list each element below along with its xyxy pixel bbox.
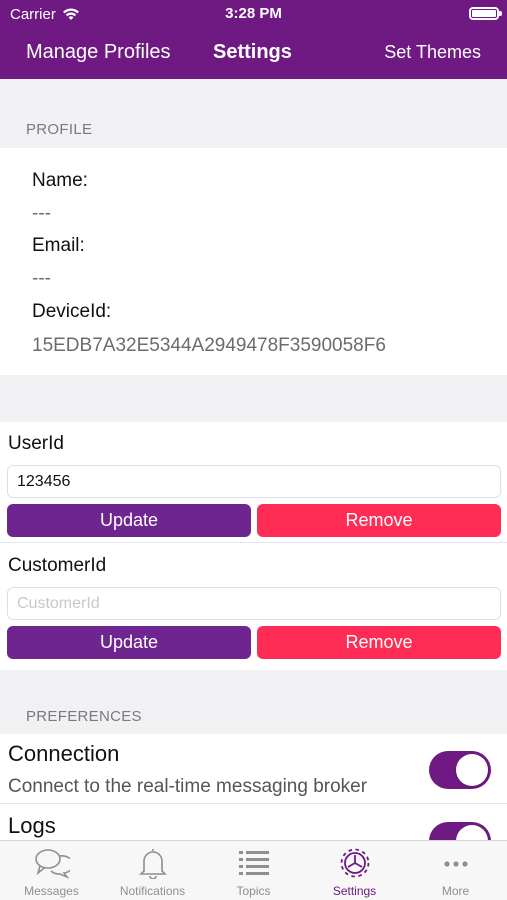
status-bar: Carrier 3:28 PM [0, 0, 507, 26]
divider [0, 803, 507, 804]
preferences-section-header: PREFERENCES [26, 708, 142, 725]
tab-label: Topics [236, 884, 271, 898]
connection-toggle[interactable] [429, 751, 491, 789]
customer-id-label: CustomerId [8, 555, 107, 576]
customer-id-remove-button[interactable]: Remove [257, 626, 501, 659]
set-themes-button[interactable]: Set Themes [384, 42, 481, 63]
identifiers-card: UserId Update Remove CustomerId Update R… [0, 422, 507, 670]
customer-id-input[interactable] [7, 587, 501, 620]
tab-settings[interactable]: Settings [304, 841, 405, 900]
name-value: --- [32, 203, 51, 224]
name-label: Name: [32, 170, 88, 191]
tab-label: Settings [332, 884, 377, 898]
more-icon [444, 861, 468, 867]
app-header: Carrier 3:28 PM Manage Profiles Settings… [0, 0, 507, 79]
connection-subtitle: Connect to the real-time messaging broke… [8, 776, 368, 797]
device-id-label: DeviceId: [32, 301, 112, 322]
tab-topics[interactable]: Topics [203, 841, 304, 900]
battery-icon [469, 7, 502, 20]
manage-profiles-button[interactable]: Manage Profiles [26, 41, 171, 64]
profile-section-header: PROFILE [26, 121, 93, 138]
logs-title: Logs [8, 813, 56, 838]
tab-more[interactable]: More [405, 841, 506, 900]
tab-label: More [441, 884, 470, 898]
list-icon [239, 851, 269, 875]
gear-icon [340, 848, 370, 878]
email-value: --- [32, 268, 51, 289]
tab-notifications[interactable]: Notifications [102, 841, 203, 900]
email-label: Email: [32, 235, 85, 256]
status-time: 3:28 PM [225, 5, 282, 22]
tab-label: Messages [24, 884, 79, 898]
page-title: Settings [213, 41, 292, 63]
user-id-remove-button[interactable]: Remove [257, 504, 501, 537]
connection-title: Connection [8, 741, 120, 766]
preferences-card: Connection Connect to the real-time mess… [0, 734, 507, 860]
divider [0, 542, 507, 543]
tab-messages[interactable]: Messages [1, 841, 102, 900]
tab-bar: Messages Notifications Topics Settings M… [0, 840, 507, 900]
user-id-label: UserId [8, 433, 64, 454]
profile-card: Name: --- Email: --- DeviceId: 15EDB7A32… [0, 148, 507, 375]
tab-label: Notifications [119, 884, 186, 898]
customer-id-update-button[interactable]: Update [7, 626, 251, 659]
user-id-update-button[interactable]: Update [7, 504, 251, 537]
user-id-input[interactable] [7, 465, 501, 498]
navigation-bar: Manage Profiles Settings Set Themes [0, 38, 507, 68]
bell-icon [139, 849, 167, 879]
device-id-value: 15EDB7A32E5344A2949478F3590058F6 [32, 335, 386, 356]
chat-bubbles-icon [35, 849, 70, 879]
